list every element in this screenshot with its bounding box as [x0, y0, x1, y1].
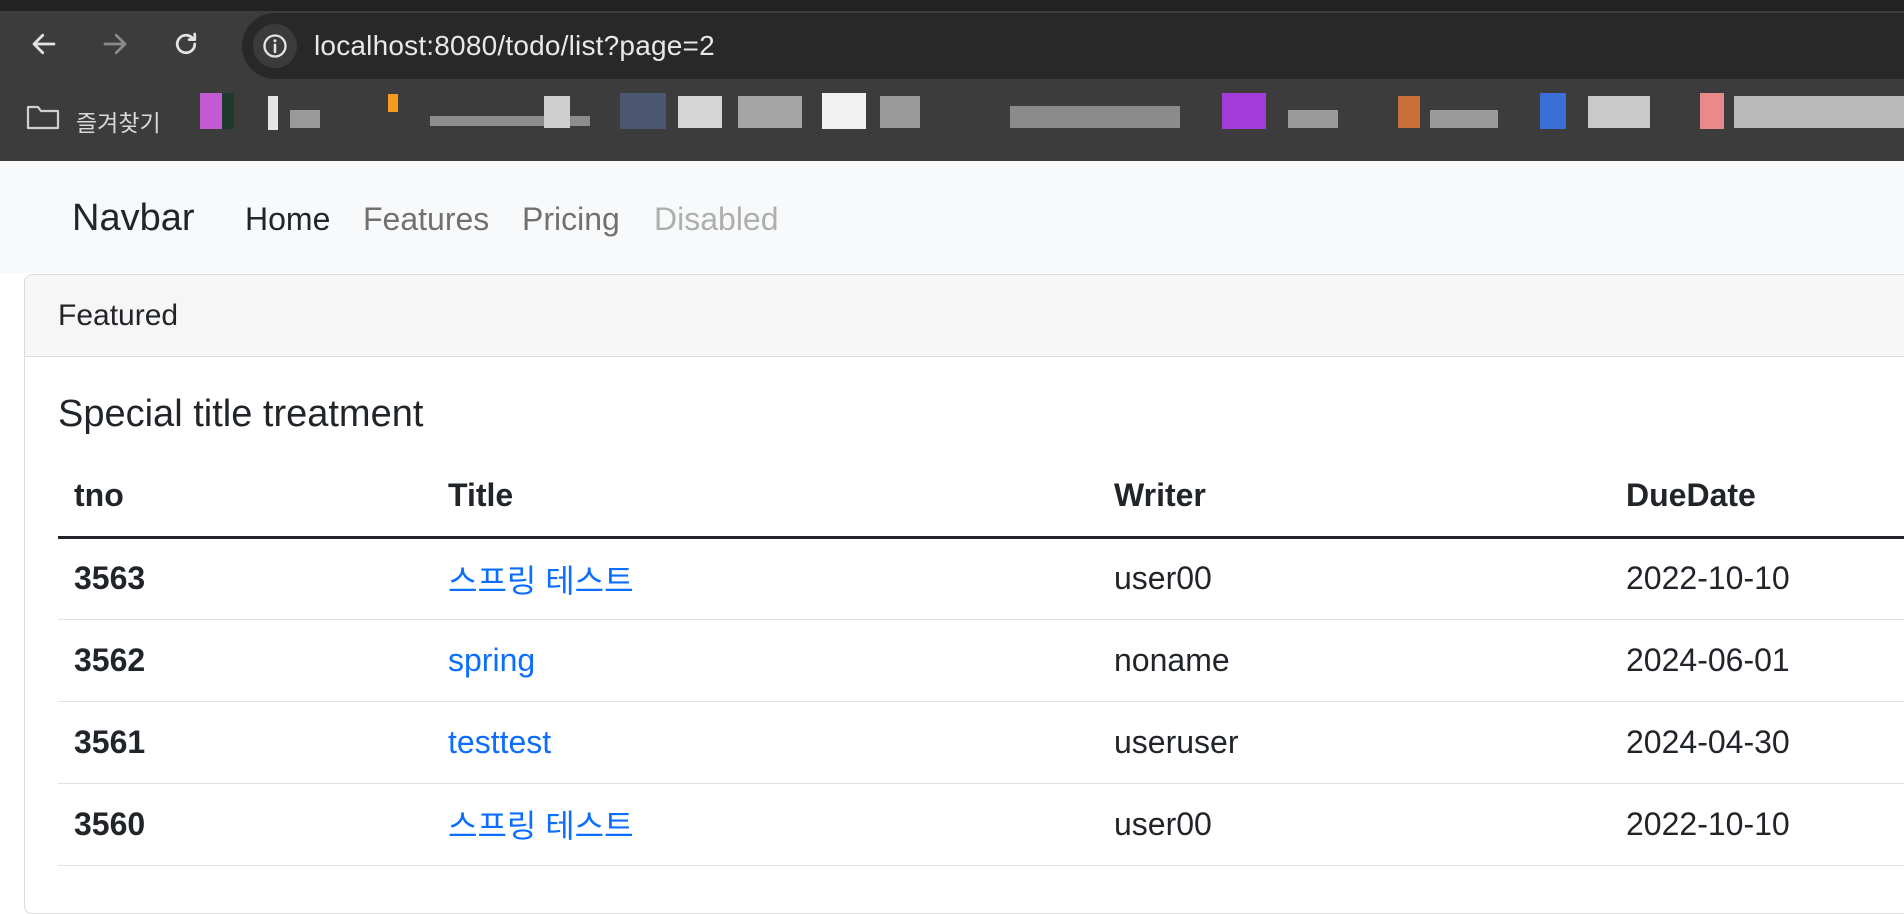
todo-title-link[interactable]: 스프링 테스트 [448, 563, 634, 599]
cell-writer: noname [1098, 619, 1610, 702]
table-row: 3561 testtest useruser 2024-04-30 [58, 701, 1904, 784]
arrow-right-icon [103, 33, 127, 55]
forward-button[interactable] [93, 22, 137, 66]
bookmarks-bar: 즐겨찾기 [0, 88, 1904, 148]
nav-link-disabled: Disabled [654, 201, 779, 237]
table-row: 3562 spring noname 2024-06-01 [58, 619, 1904, 702]
table-row: 3563 스프링 테스트 user00 2022-10-10 [58, 537, 1904, 620]
cell-duedate: 2024-06-01 [1610, 619, 1904, 702]
url-text[interactable]: localhost:8080/todo/list?page=2 [314, 30, 715, 62]
cell-duedate: 2022-10-10 [1610, 783, 1904, 866]
arrow-left-icon [32, 33, 56, 55]
card-title: Special title treatment [58, 393, 424, 435]
nav-link-features[interactable]: Features [363, 201, 489, 238]
folder-icon[interactable] [26, 102, 60, 130]
navbar: Navbar Home Features Pricing Disabled [0, 161, 1904, 273]
cell-tno: 3561 [58, 701, 432, 784]
reload-icon [175, 32, 197, 55]
todo-title-link[interactable]: 스프링 테스트 [448, 808, 634, 844]
cell-writer: user00 [1098, 537, 1610, 620]
info-icon [263, 34, 287, 58]
column-header-duedate: DueDate [1610, 455, 1904, 539]
cell-duedate: 2022-10-10 [1610, 537, 1904, 620]
browser-chrome: localhost:8080/todo/list?page=2 즐겨찾기 [0, 0, 1904, 161]
column-header-writer: Writer [1098, 455, 1610, 539]
cell-writer: user00 [1098, 783, 1610, 866]
address-bar[interactable]: localhost:8080/todo/list?page=2 [242, 13, 1904, 79]
column-header-tno: tno [58, 455, 432, 539]
site-info-button[interactable] [253, 24, 297, 68]
nav-link-home[interactable]: Home [245, 201, 330, 238]
todo-title-link[interactable]: spring [448, 642, 535, 678]
tab-strip [0, 0, 1904, 11]
cell-tno: 3562 [58, 619, 432, 702]
todo-title-link[interactable]: testtest [448, 724, 551, 760]
todo-table: tno Title Writer DueDate 3563 스프링 테스트 us… [58, 455, 1904, 866]
cell-writer: useruser [1098, 701, 1610, 784]
cell-tno: 3560 [58, 783, 432, 866]
reload-button[interactable] [164, 22, 208, 66]
todo-card: Featured Special title treatment tno Tit… [24, 274, 1904, 914]
table-header-row: tno Title Writer DueDate [58, 455, 1904, 539]
card-header: Featured [25, 275, 1904, 357]
card-header-label: Featured [58, 299, 179, 332]
cell-tno: 3563 [58, 537, 432, 620]
column-header-title: Title [432, 455, 1098, 539]
cell-duedate: 2024-04-30 [1610, 701, 1904, 784]
table-row: 3560 스프링 테스트 user00 2022-10-10 [58, 783, 1904, 866]
nav-link-pricing[interactable]: Pricing [522, 201, 620, 238]
bookmarks-folder-label[interactable]: 즐겨찾기 [76, 104, 161, 138]
back-button[interactable] [22, 22, 66, 66]
navbar-brand[interactable]: Navbar [72, 197, 195, 240]
